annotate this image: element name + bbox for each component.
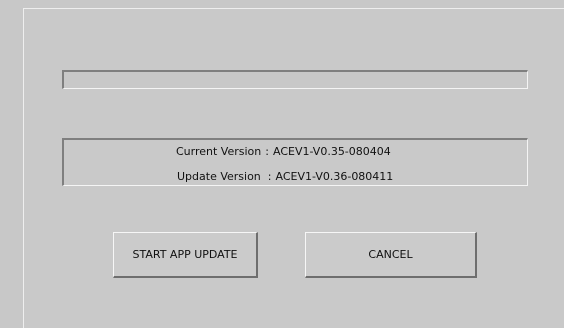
update-dialog: Current Version: ACEV1-V0.35-080404 Updat… [23,8,564,328]
current-version-label: Current Version [176,145,262,158]
update-version-row: Update Version: ACEV1-V0.36-080411 [177,170,393,183]
update-version-separator: : [267,170,272,183]
current-version-row: Current Version: ACEV1-V0.35-080404 [176,145,391,158]
update-progress-bar [62,70,528,89]
update-version-value: ACEV1-V0.36-080411 [275,170,394,183]
update-version-label: Update Version [177,170,261,183]
start-app-update-button[interactable]: START APP UPDATE [113,232,258,278]
cancel-button[interactable]: CANCEL [305,232,477,278]
screen: Current Version: ACEV1-V0.35-080404 Updat… [0,0,564,328]
current-version-separator: : [265,145,269,158]
current-version-value: ACEV1-V0.35-080404 [272,145,391,158]
version-info-panel: Current Version: ACEV1-V0.35-080404 Updat… [62,138,528,186]
